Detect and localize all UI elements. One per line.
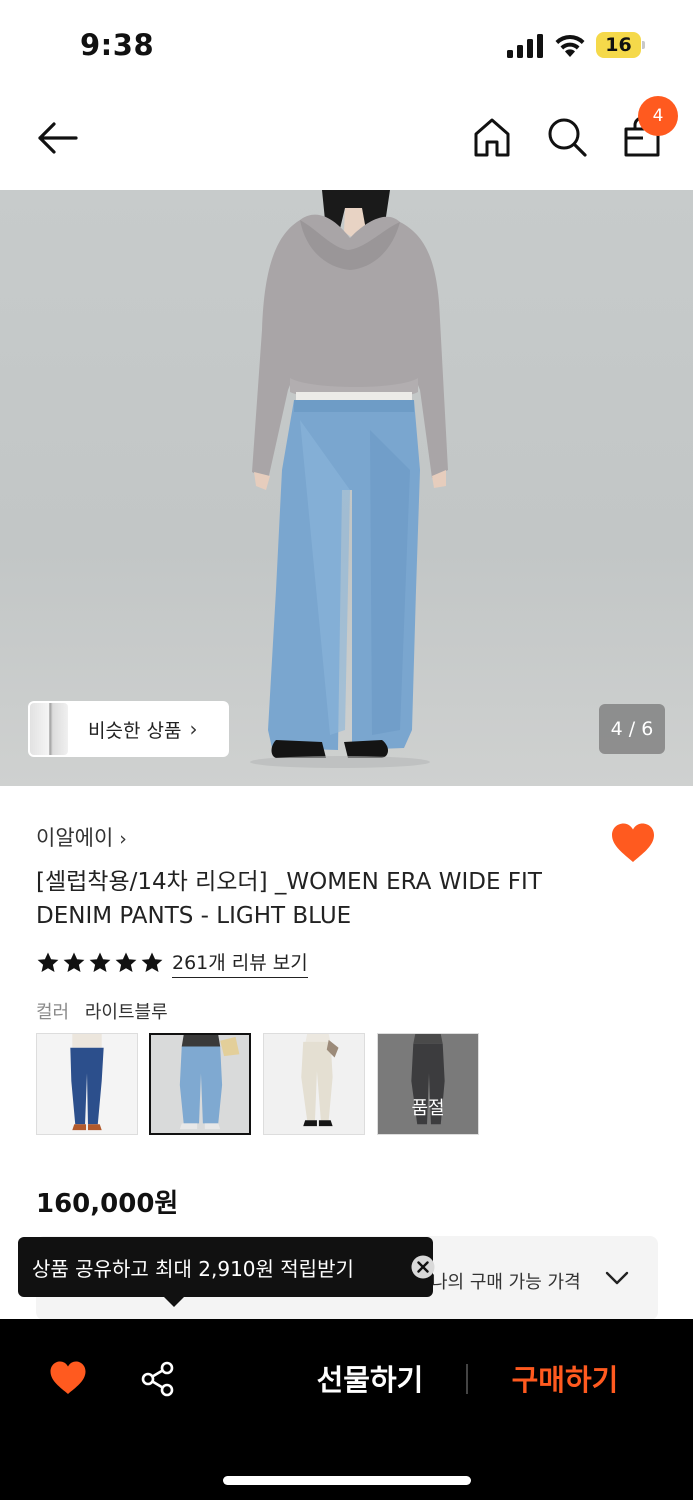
star-icon <box>37 952 59 972</box>
bottom-action-bar: 선물하기 구매하기 <box>0 1319 693 1500</box>
share-reward-tooltip: 상품 공유하고 최대 2,910원 적립받기 <box>18 1237 435 1307</box>
gift-button[interactable]: 선물하기 <box>290 1359 450 1401</box>
divider <box>466 1364 468 1394</box>
status-time: 9:38 <box>80 28 155 62</box>
product-image-gallery[interactable]: 비슷한 상품 › 4 / 6 <box>0 190 693 786</box>
wifi-icon <box>555 34 585 57</box>
signal-icon <box>507 34 543 58</box>
cart-count-badge: 4 <box>638 96 678 136</box>
share-reward-text: 상품 공유하고 최대 2,910원 적립받기 <box>32 1257 354 1281</box>
selected-color-name: 라이트블루 <box>84 1002 168 1023</box>
star-icon <box>141 952 163 972</box>
chevron-right-icon: › <box>189 717 198 741</box>
top-navigation: 4 <box>0 90 693 190</box>
swatch-image <box>151 1035 249 1133</box>
chevron-down-icon <box>605 1271 629 1285</box>
product-photo <box>250 190 448 768</box>
similar-products-button[interactable]: 비슷한 상품 › <box>28 701 229 757</box>
chevron-right-icon: › <box>119 828 127 850</box>
product-price: 160,000원 <box>36 1189 179 1219</box>
back-arrow-icon[interactable] <box>34 118 80 158</box>
battery-level: 16 <box>605 34 632 56</box>
similar-products-thumbnail <box>30 703 68 755</box>
star-icon <box>63 952 85 972</box>
similar-products-label: 비슷한 상품 <box>88 719 182 742</box>
swatch-image <box>37 1034 137 1134</box>
star-icon <box>115 952 137 972</box>
battery-tip <box>642 41 645 49</box>
rating-row: 261개 리뷰 보기 <box>36 948 308 978</box>
brand-name: 이알에이 <box>36 826 114 850</box>
brand-link[interactable]: 이알에이 › <box>36 822 127 852</box>
status-bar: 9:38 16 <box>0 0 693 90</box>
rating-stars <box>36 951 164 975</box>
close-icon[interactable] <box>411 1255 435 1279</box>
battery-indicator: 16 <box>596 32 646 58</box>
home-indicator <box>223 1476 471 1485</box>
tooltip-arrow <box>164 1297 184 1307</box>
image-page-counter: 4 / 6 <box>599 704 665 754</box>
buy-button[interactable]: 구매하기 <box>490 1359 640 1401</box>
color-label: 컬러 <box>36 1002 70 1023</box>
my-purchase-price-label: 나의 구매 가능 가격 <box>431 1272 581 1293</box>
sold-out-label: 품절 <box>411 1098 445 1119</box>
search-icon[interactable] <box>546 116 588 158</box>
heart-icon[interactable] <box>49 1360 87 1396</box>
color-swatch-black-sold-out[interactable]: 품절 <box>377 1033 479 1135</box>
star-icon <box>89 952 111 972</box>
review-link[interactable]: 261개 리뷰 보기 <box>172 948 308 978</box>
product-title: [셀럽착용/14차 리오더] _WOMEN ERA WIDE FIT DENIM… <box>36 869 542 929</box>
share-icon[interactable] <box>141 1361 175 1397</box>
swatch-image <box>264 1034 364 1134</box>
wishlist-heart-icon[interactable] <box>610 822 656 864</box>
color-swatch-dark-blue[interactable] <box>36 1033 138 1135</box>
home-icon[interactable] <box>472 116 512 158</box>
color-selection-label: 컬러 라이트블루 <box>36 998 168 1024</box>
color-swatch-ivory[interactable] <box>263 1033 365 1135</box>
color-swatch-light-blue[interactable] <box>149 1033 251 1135</box>
